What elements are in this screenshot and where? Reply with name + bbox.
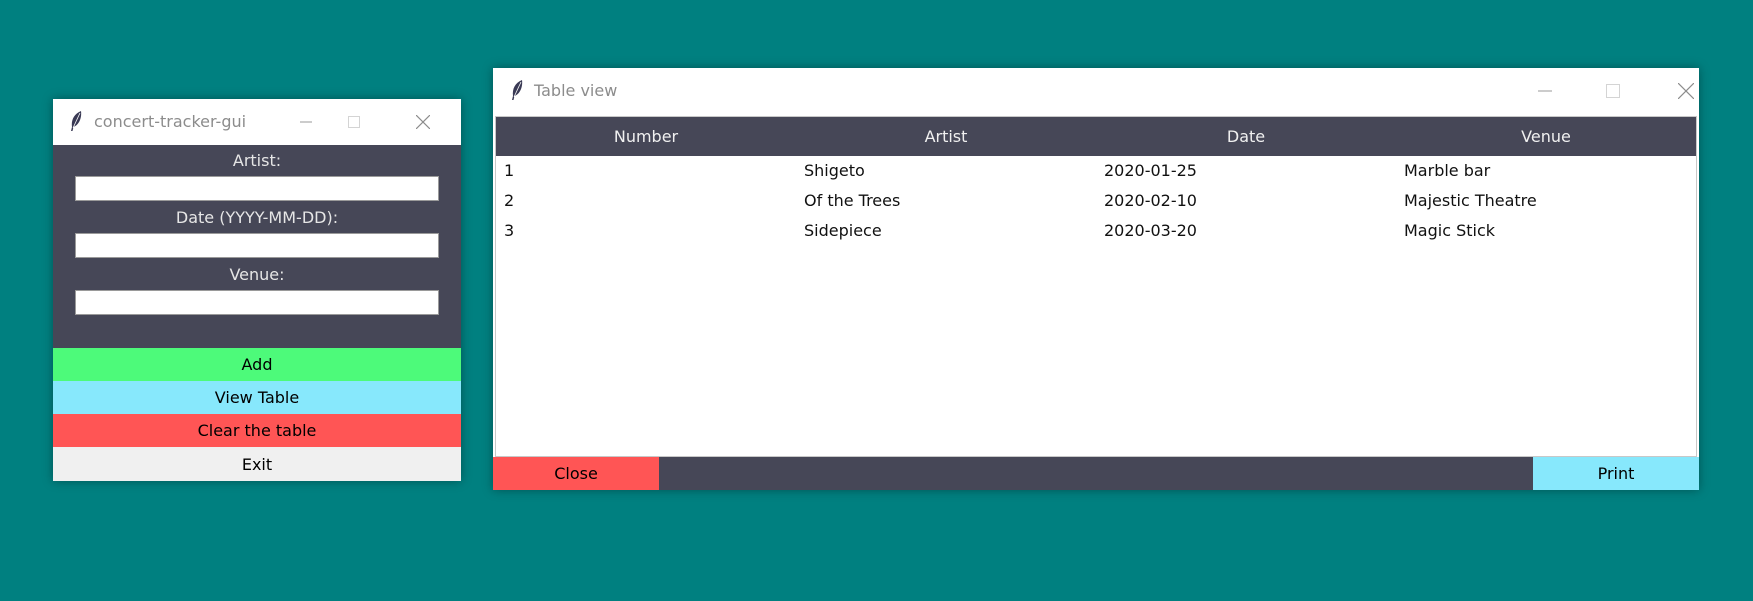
cell-number: 1 (504, 161, 515, 180)
cell-artist: Shigeto (804, 161, 865, 180)
window-title: concert-tracker-gui (94, 112, 247, 131)
table-row[interactable]: 2 Of the Trees 2020-02-10 Majestic Theat… (496, 186, 1696, 216)
venue-label: Venue: (229, 265, 285, 284)
table-row[interactable]: 3 Sidepiece 2020-03-20 Magic Stick (496, 216, 1696, 246)
minimize-icon[interactable] (283, 99, 329, 145)
table-header: Number Artist Date Venue (496, 117, 1696, 156)
view-table-button[interactable]: View Table (53, 381, 461, 414)
column-header-artist[interactable]: Artist (796, 117, 1096, 156)
close-icon[interactable] (1663, 68, 1709, 114)
print-button[interactable]: Print (1533, 457, 1699, 490)
column-header-number[interactable]: Number (496, 117, 796, 156)
date-input[interactable] (75, 233, 439, 258)
table-view-window: Table view Number Artist Date Venue 1 Sh… (493, 68, 1699, 490)
cell-date: 2020-02-10 (1104, 191, 1197, 210)
table-row[interactable]: 1 Shigeto 2020-01-25 Marble bar (496, 156, 1696, 186)
clear-table-button[interactable]: Clear the table (53, 414, 461, 447)
close-button[interactable]: Close (493, 457, 659, 490)
venue-input[interactable] (75, 290, 439, 315)
column-header-venue[interactable]: Venue (1396, 117, 1696, 156)
window-title: Table view (534, 81, 618, 100)
bottom-bar: Close Print (493, 457, 1699, 490)
feather-icon (69, 110, 83, 132)
close-icon[interactable] (400, 99, 446, 145)
exit-button[interactable]: Exit (53, 447, 461, 481)
date-label: Date (YYYY-MM-DD): (175, 208, 339, 227)
maximize-icon[interactable] (331, 99, 377, 145)
cell-number: 2 (504, 191, 515, 210)
table-body: 1 Shigeto 2020-01-25 Marble bar 2 Of the… (496, 156, 1696, 246)
cell-artist: Of the Trees (804, 191, 901, 210)
title-bar[interactable]: Table view (493, 68, 1699, 114)
maximize-icon[interactable] (1590, 68, 1636, 114)
cell-number: 3 (504, 221, 515, 240)
column-header-date[interactable]: Date (1096, 117, 1396, 156)
title-bar[interactable]: concert-tracker-gui (53, 99, 461, 145)
cell-venue: Majestic Theatre (1404, 191, 1537, 210)
cell-date: 2020-03-20 (1104, 221, 1197, 240)
minimize-icon[interactable] (1522, 68, 1568, 114)
cell-artist: Sidepiece (804, 221, 882, 240)
artist-input[interactable] (75, 176, 439, 201)
add-button[interactable]: Add (53, 348, 461, 381)
cell-venue: Marble bar (1404, 161, 1491, 180)
form-panel: Artist: Date (YYYY-MM-DD): Venue: (53, 145, 461, 348)
concert-tracker-window: concert-tracker-gui Artist: Date (YYYY-M… (53, 99, 461, 481)
cell-date: 2020-01-25 (1104, 161, 1197, 180)
feather-icon (510, 79, 524, 101)
cell-venue: Magic Stick (1404, 221, 1496, 240)
artist-label: Artist: (232, 151, 282, 170)
concert-table: Number Artist Date Venue 1 Shigeto 2020-… (495, 116, 1697, 457)
